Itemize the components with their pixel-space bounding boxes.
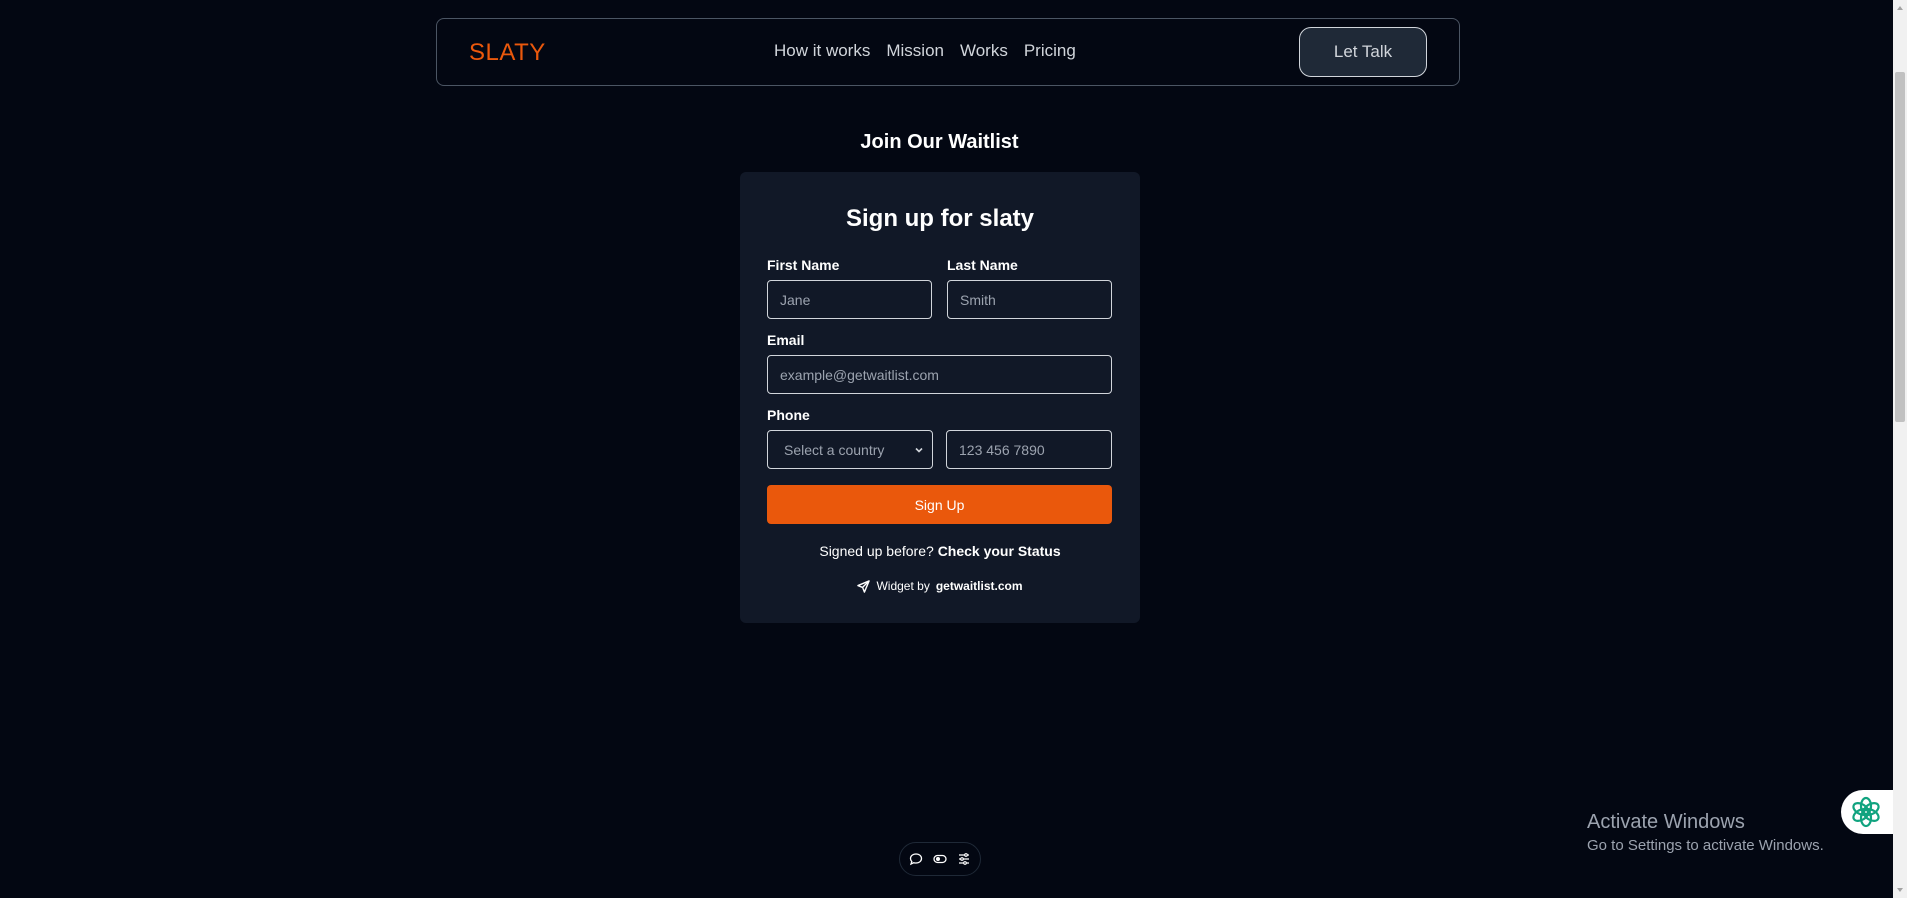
check-status-link[interactable]: Check your Status <box>938 543 1061 559</box>
last-name-field[interactable] <box>947 280 1112 319</box>
brand-logo[interactable]: SLATY <box>469 39 546 67</box>
email-input[interactable] <box>780 366 1111 383</box>
last-name-label: Last Name <box>947 257 1018 273</box>
phone-label: Phone <box>767 407 810 423</box>
nav-link-how-it-works[interactable]: How it works <box>774 41 870 61</box>
chevron-down-icon <box>915 447 923 453</box>
signup-card: Sign up for slaty First Name Last Name E… <box>740 172 1140 623</box>
nav-link-mission[interactable]: Mission <box>886 41 944 61</box>
comment-icon[interactable] <box>909 852 923 866</box>
country-select[interactable]: Select a country <box>767 430 933 469</box>
nav-links: How it works Mission Works Pricing <box>774 41 1076 61</box>
status-prefix: Signed up before? <box>819 543 934 559</box>
status-line: Signed up before? Check your Status <box>740 543 1140 559</box>
settings-list-icon[interactable] <box>957 852 971 866</box>
first-name-input[interactable] <box>780 291 931 308</box>
activate-windows-title: Activate Windows <box>1587 811 1745 833</box>
scroll-up-arrow-icon[interactable] <box>1896 4 1904 12</box>
email-field[interactable] <box>767 355 1112 394</box>
signup-title: Sign up for slaty <box>845 205 1034 232</box>
toggle-icon[interactable] <box>933 852 947 866</box>
paper-plane-icon <box>857 579 871 593</box>
let-talk-button[interactable]: Let Talk <box>1299 27 1427 77</box>
nav-link-works[interactable]: Works <box>960 41 1008 61</box>
email-label: Email <box>767 332 805 348</box>
nav-link-pricing[interactable]: Pricing <box>1024 41 1076 61</box>
assistant-launcher[interactable] <box>1841 790 1897 834</box>
assistant-logo-icon <box>1852 796 1880 828</box>
last-name-input[interactable] <box>960 291 1111 308</box>
scrollbar-thumb[interactable] <box>1895 72 1905 422</box>
phone-input[interactable] <box>959 441 1111 458</box>
country-select-value: Select a country <box>784 441 885 458</box>
scroll-down-arrow-icon[interactable] <box>1896 886 1904 894</box>
activate-windows-subtitle: Go to Settings to activate Windows. <box>1587 837 1824 854</box>
getwaitlist-link[interactable]: getwaitlist.com <box>936 579 1023 593</box>
first-name-label: First Name <box>767 257 840 273</box>
widget-prefix: Widget by <box>876 579 930 593</box>
widget-credit: Widget by getwaitlist.com <box>740 579 1140 593</box>
sign-up-button[interactable]: Sign Up <box>767 485 1112 524</box>
first-name-field[interactable] <box>767 280 932 319</box>
navbar: SLATY How it works Mission Works Pricing… <box>436 18 1460 86</box>
phone-field[interactable] <box>946 430 1112 469</box>
bottom-toolbar <box>899 842 981 876</box>
activate-windows-notice: Activate Windows Go to Settings to activ… <box>1587 811 1824 854</box>
waitlist-heading: Join Our Waitlist <box>860 131 1019 153</box>
